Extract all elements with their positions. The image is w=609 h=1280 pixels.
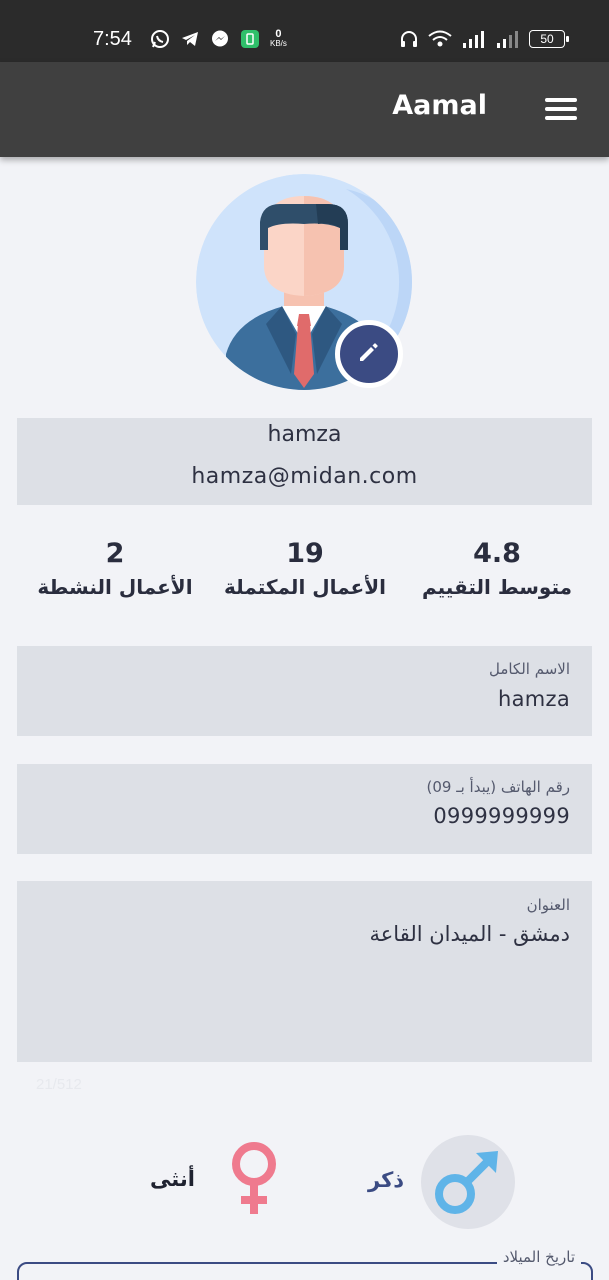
- signal-icon-1: [461, 29, 487, 49]
- headphones-icon: [399, 29, 419, 49]
- net-speed: 0 KB/s: [270, 28, 287, 49]
- male-icon: [420, 1134, 516, 1230]
- pencil-icon: [356, 339, 382, 369]
- avatar-section: [196, 174, 412, 390]
- battery-indicator: 50: [529, 30, 569, 48]
- status-time: 7:54: [93, 28, 132, 50]
- phone-label: رقم الهاتف (يبدأ بـ 09): [426, 778, 570, 796]
- profile-email: hamza@midan.com: [191, 464, 418, 489]
- stat-rating: 4.8 متوسط التقييم: [410, 536, 584, 602]
- signal-icon-2: [495, 29, 521, 49]
- wifi-icon: [427, 29, 453, 49]
- stat-active: 2 الأعمال النشطة: [24, 536, 206, 602]
- gender-male-option[interactable]: ذكر: [360, 1134, 520, 1230]
- stat-active-label: الأعمال النشطة: [37, 575, 193, 599]
- phone-value: 0999999999: [433, 804, 570, 828]
- battery-saver-icon: [240, 29, 260, 49]
- menu-button[interactable]: [545, 98, 577, 122]
- messenger-icon: [210, 29, 230, 49]
- gender-female-label: أنثى: [150, 1167, 195, 1191]
- gender-male-label: ذكر: [368, 1168, 405, 1192]
- stat-rating-label: متوسط التقييم: [421, 575, 573, 599]
- edit-avatar-button[interactable]: [335, 320, 403, 388]
- system-icons: 50: [399, 29, 569, 49]
- stat-active-value: 2: [105, 538, 125, 569]
- full-name-label: الاسم الكامل: [488, 660, 570, 678]
- profile-name: hamza: [267, 422, 342, 447]
- menu-icon: [545, 98, 577, 102]
- phone-field[interactable]: رقم الهاتف (يبدأ بـ 09) 0999999999: [17, 764, 592, 854]
- full-name-value: hamza: [497, 687, 570, 711]
- address-char-counter: 21/512: [36, 1076, 82, 1093]
- stat-rating-value: 4.8: [473, 538, 521, 569]
- app-bar: Aamal: [0, 62, 609, 157]
- gender-female-option[interactable]: أنثى: [140, 1140, 280, 1220]
- female-icon: [228, 1140, 280, 1218]
- address-label: العنوان: [526, 896, 570, 914]
- app-title: Aamal: [392, 90, 487, 121]
- stat-completed-value: 19: [286, 538, 324, 569]
- address-field[interactable]: العنوان دمشق - الميدان القاعة: [17, 881, 592, 1062]
- notification-icons: 0 KB/s: [150, 29, 287, 49]
- status-bar: 7:54 0 KB/s 50: [0, 0, 609, 62]
- telegram-icon: [180, 29, 200, 49]
- identity-card: hamza hamza@midan.com: [17, 418, 592, 505]
- stat-completed-label: الأعمال المكتملة: [224, 575, 386, 599]
- address-value: دمشق - الميدان القاعة: [369, 922, 570, 946]
- full-name-field[interactable]: الاسم الكامل hamza: [17, 646, 592, 736]
- birth-date-label: تاريخ الميلاد: [496, 1248, 581, 1266]
- stat-completed: 19 الأعمال المكتملة: [212, 536, 398, 602]
- whatsapp-icon: [150, 29, 170, 49]
